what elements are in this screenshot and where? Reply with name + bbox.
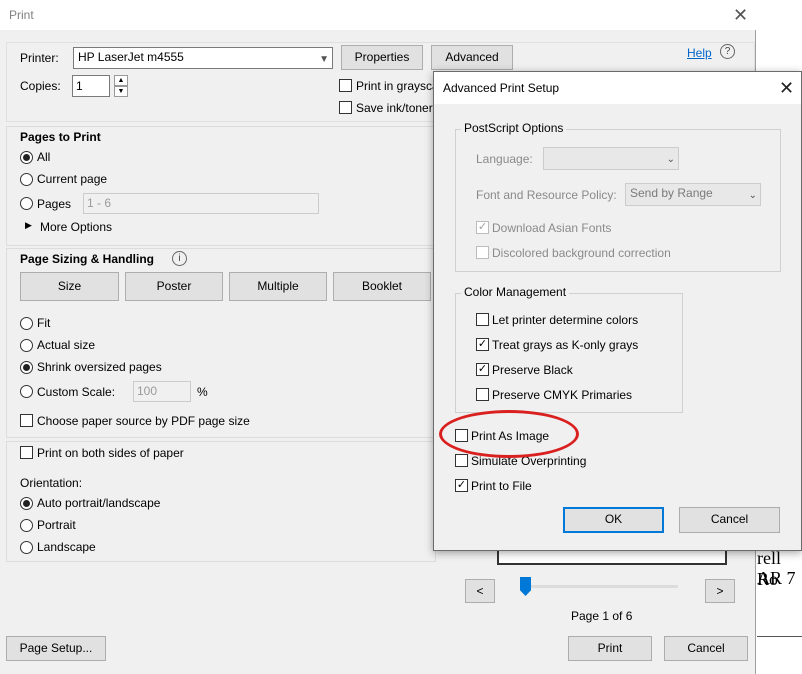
custom-scale-label: Custom Scale: [37, 385, 116, 399]
tab-size[interactable]: Size [20, 272, 119, 301]
actual-size-label: Actual size [37, 338, 96, 352]
chevron-down-icon: ⌄ [666, 154, 675, 165]
window-title: Print [9, 8, 34, 22]
print-button[interactable]: Print [568, 636, 652, 661]
landscape-radio[interactable] [20, 541, 33, 554]
help-link[interactable]: Help [687, 46, 712, 60]
copies-decrement-icon[interactable]: ▼ [114, 86, 128, 97]
color-management-legend: Color Management [461, 285, 570, 299]
pages-range-input[interactable]: 1 - 6 [83, 193, 319, 214]
landscape-label: Landscape [37, 540, 96, 554]
paper-source-label: Choose paper source by PDF page size [37, 414, 250, 428]
dialog-title-bar: Advanced Print Setup ✕ [434, 72, 801, 104]
page-sizing-heading: Page Sizing & Handling [20, 252, 155, 266]
save-ink-label: Save ink/toner [356, 101, 433, 115]
expand-arrow-icon[interactable]: ▶ [25, 220, 32, 231]
highlight-annotation-ellipse [439, 410, 579, 458]
grayscale-checkbox[interactable] [339, 79, 352, 92]
font-policy-selected-value: Send by Range [630, 186, 713, 200]
more-options-toggle[interactable]: More Options [40, 220, 112, 234]
current-page-radio[interactable] [20, 173, 33, 186]
close-icon[interactable]: ✕ [779, 79, 794, 97]
duplex-label: Print on both sides of paper [37, 446, 184, 460]
pages-range-radio[interactable] [20, 197, 33, 210]
custom-scale-radio[interactable] [20, 385, 33, 398]
close-icon[interactable]: ✕ [733, 6, 748, 24]
tab-poster[interactable]: Poster [125, 272, 223, 301]
actual-size-radio[interactable] [20, 339, 33, 352]
title-bar: Print ✕ [0, 0, 756, 30]
discolored-background-label: Discolored background correction [492, 246, 671, 260]
simulate-overprinting-checkbox[interactable] [455, 454, 468, 467]
prev-page-button[interactable]: < [465, 579, 495, 603]
language-select[interactable]: ⌄ [543, 147, 679, 170]
percent-label: % [197, 385, 208, 399]
chevron-down-icon: ⌄ [748, 190, 757, 201]
treat-grays-label: Treat grays as K-only grays [492, 338, 639, 352]
shrink-oversized-radio[interactable] [20, 361, 33, 374]
fit-radio[interactable] [20, 317, 33, 330]
discolored-background-checkbox[interactable] [476, 246, 489, 259]
copies-label: Copies: [20, 79, 61, 93]
custom-scale-input[interactable]: 100 [133, 381, 191, 402]
background-divider [757, 636, 802, 637]
preserve-cmyk-label: Preserve CMYK Primaries [492, 388, 633, 402]
paper-source-checkbox[interactable] [20, 414, 33, 427]
let-printer-determine-label: Let printer determine colors [492, 313, 639, 327]
pages-to-print-heading: Pages to Print [20, 130, 101, 144]
download-asian-fonts-checkbox[interactable]: ✓ [476, 221, 489, 234]
print-to-file-label: Print to File [471, 479, 532, 493]
preserve-black-checkbox[interactable]: ✓ [476, 363, 489, 376]
orientation-heading: Orientation: [20, 476, 83, 490]
page-slider-thumb[interactable] [520, 577, 531, 596]
all-pages-label: All [37, 150, 51, 164]
page-setup-button[interactable]: Page Setup... [6, 636, 106, 661]
tab-booklet[interactable]: Booklet [333, 272, 431, 301]
auto-orientation-radio[interactable] [20, 497, 33, 510]
duplex-checkbox[interactable] [20, 446, 33, 459]
preserve-black-label: Preserve Black [492, 363, 573, 377]
let-printer-determine-checkbox[interactable] [476, 313, 489, 326]
grayscale-label: Print in graysca [356, 79, 439, 93]
background-document-text: AR 7 [757, 568, 796, 588]
postscript-options-legend: PostScript Options [461, 121, 567, 135]
treat-grays-checkbox[interactable]: ✓ [476, 338, 489, 351]
advanced-button[interactable]: Advanced [431, 45, 513, 70]
download-asian-fonts-label: Download Asian Fonts [492, 221, 612, 235]
tab-multiple[interactable]: Multiple [229, 272, 327, 301]
pages-range-label: Pages [37, 197, 72, 211]
all-pages-radio[interactable] [20, 151, 33, 164]
info-icon[interactable]: i [172, 251, 187, 266]
dialog-cancel-button[interactable]: Cancel [679, 507, 780, 533]
page-slider-track[interactable] [520, 585, 678, 588]
auto-orientation-label: Auto portrait/landscape [37, 496, 161, 510]
dialog-title: Advanced Print Setup [443, 81, 560, 95]
copies-increment-icon[interactable]: ▲ [114, 75, 128, 86]
shrink-oversized-label: Shrink oversized pages [37, 360, 162, 374]
printer-selected-value: HP LaserJet m4555 [78, 50, 184, 64]
printer-select[interactable]: HP LaserJet m4555 ▼ [73, 47, 333, 69]
printer-label: Printer: [20, 51, 59, 65]
preview-page [497, 551, 727, 565]
next-page-button[interactable]: > [705, 579, 735, 603]
portrait-radio[interactable] [20, 519, 33, 532]
help-icon[interactable]: ? [720, 44, 735, 59]
ok-button[interactable]: OK [563, 507, 664, 533]
advanced-print-setup-dialog: Advanced Print Setup ✕ PostScript Option… [433, 71, 802, 551]
portrait-label: Portrait [37, 518, 76, 532]
print-to-file-checkbox[interactable]: ✓ [455, 479, 468, 492]
page-indicator: Page 1 of 6 [571, 609, 633, 623]
font-policy-label: Font and Resource Policy: [476, 188, 617, 202]
properties-button[interactable]: Properties [341, 45, 423, 70]
cancel-button[interactable]: Cancel [664, 636, 748, 661]
preserve-cmyk-checkbox[interactable] [476, 388, 489, 401]
chevron-down-icon: ▼ [319, 54, 329, 65]
save-ink-checkbox[interactable] [339, 101, 352, 114]
font-policy-select[interactable]: Send by Range ⌄ [625, 183, 761, 206]
copies-input[interactable]: 1 [72, 75, 110, 97]
fit-label: Fit [37, 316, 51, 330]
language-label: Language: [476, 152, 533, 166]
current-page-label: Current page [37, 172, 108, 186]
